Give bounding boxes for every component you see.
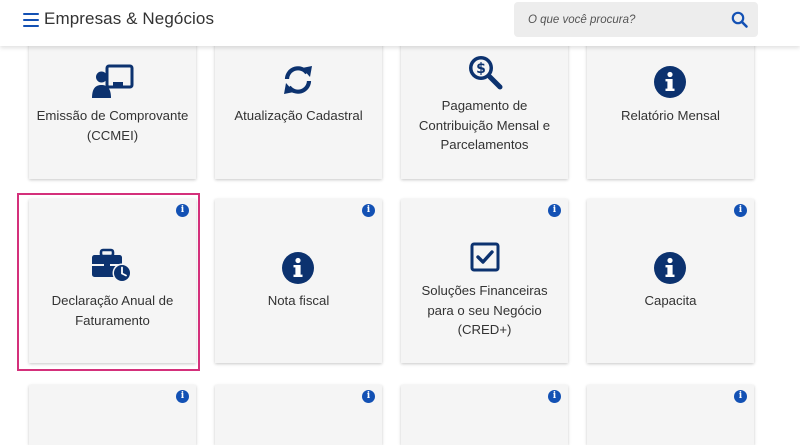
- info-badge-icon[interactable]: i: [176, 204, 189, 217]
- user-presentation-icon: [92, 64, 134, 105]
- card-row3-3[interactable]: i: [401, 385, 568, 445]
- svg-text:$: $: [476, 61, 486, 77]
- card-label: Soluções Financeiras para o seu Negócio …: [421, 283, 548, 337]
- card-atualizacao-cadastral[interactable]: Atualização Cadastral: [215, 40, 382, 179]
- info-circle-icon: [282, 252, 314, 289]
- card-row3-4[interactable]: i: [587, 385, 754, 445]
- info-circle-icon: [654, 252, 686, 289]
- card-pagamento-contribuicao[interactable]: $ Pagamento de Contribuição Mensal e Par…: [401, 40, 568, 179]
- info-badge-icon[interactable]: i: [362, 204, 375, 217]
- card-declaracao-anual[interactable]: i Declaração Anual de Faturamento: [29, 199, 196, 363]
- info-badge-icon[interactable]: i: [548, 390, 561, 403]
- card-label: Capacita: [644, 293, 697, 308]
- card-label: Pagamento de Contribuição Mensal e Parce…: [418, 98, 551, 152]
- card-row3-2[interactable]: i: [215, 385, 382, 445]
- search-dollar-icon: $: [467, 54, 503, 95]
- card-label: Nota fiscal: [267, 293, 330, 308]
- card-label: Emissão de Comprovante (CCMEI): [36, 108, 189, 143]
- card-solucoes-financeiras[interactable]: i Soluções Financeiras para o seu Negóci…: [401, 199, 568, 363]
- info-badge-icon[interactable]: i: [362, 390, 375, 403]
- info-badge-icon[interactable]: i: [548, 204, 561, 217]
- card-label: Relatório Mensal: [621, 108, 720, 123]
- top-header: Empresas & Negócios: [0, 0, 800, 46]
- card-nota-fiscal[interactable]: i Nota fiscal: [215, 199, 382, 363]
- card-label: Atualização Cadastral: [234, 108, 363, 123]
- site-title[interactable]: Empresas & Negócios: [44, 9, 214, 29]
- info-badge-icon[interactable]: i: [734, 390, 747, 403]
- card-row3-1[interactable]: i: [29, 385, 196, 445]
- card-label: Declaração Anual de Faturamento: [51, 293, 174, 328]
- info-badge-icon[interactable]: i: [734, 204, 747, 217]
- card-relatorio-mensal[interactable]: Relatório Mensal: [587, 40, 754, 179]
- hamburger-menu-icon[interactable]: [23, 13, 39, 27]
- card-emissao-comprovante[interactable]: Emissão de Comprovante (CCMEI): [29, 40, 196, 179]
- card-capacita[interactable]: i Capacita: [587, 199, 754, 363]
- search-icon[interactable]: [730, 10, 750, 30]
- search-input[interactable]: [528, 2, 718, 37]
- checkbox-icon: [470, 242, 500, 277]
- search-bar: [514, 2, 758, 37]
- briefcase-clock-icon: [91, 248, 133, 289]
- sync-icon: [282, 64, 314, 101]
- info-badge-icon[interactable]: i: [176, 390, 189, 403]
- info-circle-icon: [654, 66, 686, 103]
